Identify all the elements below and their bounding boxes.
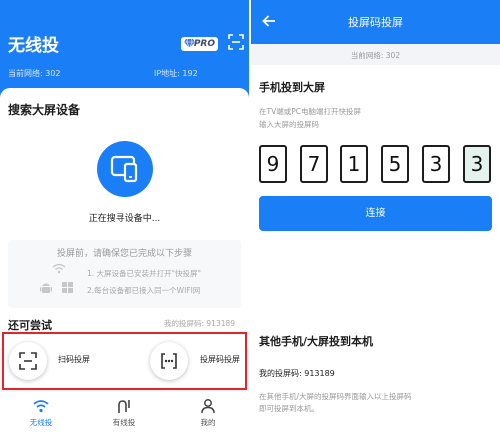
tab-mine-label: 我的 <box>200 418 216 427</box>
code-digit-4[interactable]: 5 <box>381 145 409 183</box>
code-digit-2[interactable]: 7 <box>300 145 328 183</box>
section-title-receive: 其他手机/大屏投到本机 <box>259 335 374 348</box>
scan-icon[interactable] <box>228 34 244 50</box>
scan-icon <box>19 352 37 370</box>
page-title: 投屏码投屏 <box>348 16 403 29</box>
step-2: 2.每台设备都已接入同一个WIFI网 <box>87 286 201 295</box>
wireless-cast-screen: 无线投 PRO 当前网络: 302 IP地址: 192 搜索大屏设备 正在搜寻设… <box>0 0 249 432</box>
device-search-button[interactable] <box>97 141 153 197</box>
cable-icon <box>118 400 130 413</box>
code-cast-button[interactable] <box>150 342 188 380</box>
ip-address: IP地址: 192 <box>154 69 198 78</box>
wifi-icon <box>33 400 49 413</box>
pro-badge[interactable]: PRO <box>181 37 218 51</box>
try-also-title: 还可尝试 <box>8 319 52 332</box>
bottom-tab-bar: 无线投 有线投 我的 <box>0 392 249 432</box>
my-cast-code: 我的投屏码: 913189 <box>259 369 335 378</box>
diamond-icon <box>184 39 195 48</box>
cast-options-highlight: 扫码投屏 投屏码投屏 <box>2 332 247 390</box>
app-title: 无线投 <box>8 36 59 56</box>
current-network: 当前网络: 302 <box>8 69 61 78</box>
hint-enter-code: 输入大屏的投屏码 <box>259 120 319 129</box>
code-digit-1[interactable]: 9 <box>259 145 287 183</box>
code-digit-5[interactable]: 3 <box>422 145 450 183</box>
code-cast-screen: 投屏码投屏 当前网络: 302 手机投到大屏 在TV端或PC电脑端打开快投屏 输… <box>251 0 500 432</box>
step-1: 1. 大屏设备已安装并打开"快投屏" <box>87 269 201 278</box>
hint-receive-1: 在其他手机/大屏的投屏码界面输入以上投屏码 <box>259 392 412 401</box>
code-icon <box>161 353 177 369</box>
scan-cast-label[interactable]: 扫码投屏 <box>58 354 90 365</box>
code-cast-label[interactable]: 投屏码投屏 <box>200 354 240 365</box>
tab-wireless-label: 无线投 <box>29 418 53 427</box>
tab-mine[interactable]: 我的 <box>178 392 238 432</box>
search-title: 搜索大屏设备 <box>8 103 81 117</box>
pro-badge-label: PRO <box>193 39 215 49</box>
screen-device-icon <box>110 155 138 183</box>
cast-to-screen-card <box>251 65 500 325</box>
code-digit-6[interactable]: 3 <box>463 145 491 183</box>
steps-title: 投屏前，请确保您已完成以下步骤 <box>56 249 192 259</box>
searching-status: 正在搜寻设备中... <box>88 214 161 224</box>
tab-wired[interactable]: 有线投 <box>94 392 154 432</box>
user-icon <box>201 399 215 413</box>
hint-open-app: 在TV端或PC电脑端打开快投屏 <box>259 107 361 116</box>
connect-button[interactable]: 连接 <box>259 196 492 231</box>
wifi-icon <box>52 263 66 274</box>
tab-wired-label: 有线投 <box>112 418 136 427</box>
section-title-cast-to-screen: 手机投到大屏 <box>259 81 325 94</box>
code-digit-3[interactable]: 1 <box>340 145 368 183</box>
my-cast-code: 我的投屏码: 913189 <box>164 319 236 328</box>
android-icon <box>40 283 52 293</box>
scan-cast-button[interactable] <box>9 342 47 380</box>
hint-receive-2: 即可投屏到本机。 <box>259 404 319 413</box>
tab-wireless[interactable]: 无线投 <box>11 392 71 432</box>
windows-icon <box>62 282 73 293</box>
current-network: 当前网络: 302 <box>350 51 401 60</box>
